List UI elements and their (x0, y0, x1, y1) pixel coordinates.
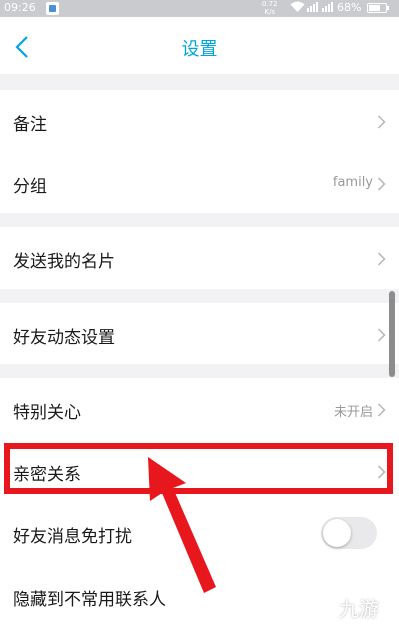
annotation-arrow-icon (148, 457, 216, 593)
setting-moments[interactable]: 好友动态设置 (0, 303, 399, 364)
page-title: 设置 (181, 39, 218, 60)
chevron-right-icon (377, 327, 386, 342)
nav-bar: 设置 (0, 17, 399, 74)
battery-icon (367, 3, 389, 13)
watermark-logo-icon (311, 589, 331, 619)
notification-app-icon (46, 2, 59, 15)
dnd-toggle[interactable] (321, 517, 377, 549)
status-bar: 09:26 0.72 K/s 68% (0, 0, 399, 17)
setting-moments-label: 好友动态设置 (13, 328, 115, 348)
setting-group-value: family (332, 175, 373, 190)
watermark: 九游 (305, 585, 397, 625)
wifi-icon (290, 1, 305, 16)
setting-send-card[interactable]: 发送我的名片 (0, 227, 399, 289)
setting-group-label: 分组 (13, 177, 47, 197)
setting-dnd-label: 好友消息免打扰 (13, 527, 132, 547)
chevron-right-icon (377, 176, 386, 191)
setting-special-care-value: 未开启 (333, 405, 373, 420)
battery-level (369, 5, 380, 11)
setting-group[interactable]: 分组 family (0, 152, 399, 213)
chevron-right-icon (377, 402, 386, 417)
battery-percent: 68% (337, 1, 362, 14)
setting-remark[interactable]: 备注 (0, 90, 399, 152)
setting-special-care[interactable]: 特别关心 未开启 (0, 378, 399, 439)
settings-screen: 09:26 0.72 K/s 68% 设置 备注 分组 family 发送我的名… (0, 0, 399, 629)
chevron-right-icon (377, 114, 386, 129)
chevron-right-icon (377, 251, 386, 266)
network-speed: 0.72 K/s (262, 0, 278, 16)
signal-icon (307, 1, 335, 16)
setting-send-card-label: 发送我的名片 (13, 252, 115, 272)
watermark-text: 九游 (339, 597, 379, 621)
network-speed-unit: K/s (264, 8, 276, 16)
setting-special-care-label: 特别关心 (13, 403, 81, 423)
scrollbar[interactable] (389, 291, 395, 377)
setting-remark-label: 备注 (13, 115, 47, 135)
network-speed-value: 0.72 (262, 0, 278, 8)
toggle-knob (323, 519, 351, 547)
status-time: 09:26 (4, 1, 36, 14)
